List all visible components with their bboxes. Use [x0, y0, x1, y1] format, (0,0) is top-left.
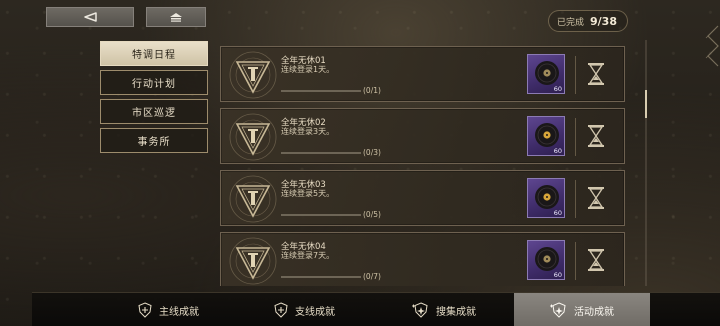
tab-label: 支线成就: [295, 306, 335, 318]
tab-label: 主线成就: [159, 306, 199, 318]
completion-counter: 已完成 9/38: [548, 10, 628, 32]
back-button[interactable]: [46, 7, 134, 27]
card-divider: [575, 56, 576, 94]
achievement-progress-text: (0/3): [363, 148, 381, 157]
shield-plus-icon: [138, 302, 152, 318]
reward-item[interactable]: 60: [527, 116, 565, 156]
menu-item-special-schedule[interactable]: 特调日程: [100, 41, 208, 66]
reward-quantity: 60: [553, 85, 562, 93]
tab-event-achievements[interactable]: 活动成就: [514, 293, 650, 326]
reward-item[interactable]: 60: [527, 178, 565, 218]
card-divider: [575, 242, 576, 280]
corner-ornament-icon: [705, 25, 719, 67]
menu-item-label: 特调日程: [132, 50, 176, 61]
category-menu: 特调日程 行动计划 市区巡逻 事务所: [100, 41, 208, 157]
reward-quantity: 60: [553, 271, 562, 279]
achievement-emblem-icon: [229, 175, 277, 223]
achievement-progress-bar: [281, 90, 361, 92]
scrollbar-thumb[interactable]: [645, 90, 647, 118]
menu-item-label: 市区巡逻: [132, 108, 176, 119]
achievement-emblem-icon: [229, 51, 277, 99]
menu-item-label: 行动计划: [132, 79, 176, 90]
menu-item-city-patrol[interactable]: 市区巡逻: [100, 99, 208, 124]
achievement-desc: 连续登录7天。: [281, 251, 335, 260]
menu-item-office[interactable]: 事务所: [100, 128, 208, 153]
scrollbar-track[interactable]: [645, 40, 647, 286]
achievement-desc: 连续登录5天。: [281, 189, 335, 198]
menu-item-action-plan[interactable]: 行动计划: [100, 70, 208, 95]
achievement-card[interactable]: 全年无休03 连续登录5天。 (0/5) 60: [220, 170, 625, 226]
hourglass-icon: [588, 187, 604, 209]
menu-item-label: 事务所: [137, 137, 171, 148]
tab-label: 搜集成就: [436, 306, 476, 318]
reward-item[interactable]: 60: [527, 240, 565, 280]
completion-label: 已完成: [557, 17, 585, 28]
achievement-card[interactable]: 全年无休02 连续登录3天。 (0/3) 60: [220, 108, 625, 164]
achievement-progress-bar: [281, 152, 361, 154]
sparkle-shield-icon: [550, 302, 566, 318]
achievement-emblem-icon: [229, 113, 277, 161]
tab-main-achievements[interactable]: 主线成就: [100, 293, 236, 326]
card-divider: [575, 118, 576, 156]
completion-value: 9/38: [590, 14, 617, 28]
achievement-progress-text: (0/1): [363, 86, 381, 95]
home-icon: [170, 13, 182, 22]
achievement-desc: 连续登录3天。: [281, 127, 335, 136]
reward-quantity: 60: [553, 147, 562, 155]
achievement-desc: 连续登录1天。: [281, 65, 335, 74]
shield-plus-icon: [274, 302, 288, 318]
reward-item[interactable]: 60: [527, 54, 565, 94]
achievement-list[interactable]: 全年无休01 连续登录1天。 (0/1) 60 全年无休02 连续登录3天。 (…: [220, 42, 625, 286]
sparkle-shield-icon: [412, 302, 428, 318]
achievement-card[interactable]: 全年无休04 连续登录7天。 (0/7) 60: [220, 232, 625, 286]
tab-side-achievements[interactable]: 支线成就: [236, 293, 372, 326]
achievement-progress-text: (0/7): [363, 272, 381, 281]
hourglass-icon: [588, 249, 604, 271]
achievement-progress-bar: [281, 276, 361, 278]
back-arrow-icon: [84, 12, 97, 22]
achievement-emblem-icon: [229, 237, 277, 285]
achievement-progress-bar: [281, 214, 361, 216]
tab-collection-achievements[interactable]: 搜集成就: [376, 293, 512, 326]
reward-quantity: 60: [553, 209, 562, 217]
card-divider: [575, 180, 576, 218]
achievement-card[interactable]: 全年无休01 连续登录1天。 (0/1) 60: [220, 46, 625, 102]
tab-label: 活动成就: [574, 306, 614, 318]
hourglass-icon: [588, 125, 604, 147]
hourglass-icon: [588, 63, 604, 85]
home-button[interactable]: [146, 7, 206, 27]
achievement-tab-bar: 主线成就 支线成就 搜集成就 活动成就: [32, 292, 720, 326]
achievement-progress-text: (0/5): [363, 210, 381, 219]
